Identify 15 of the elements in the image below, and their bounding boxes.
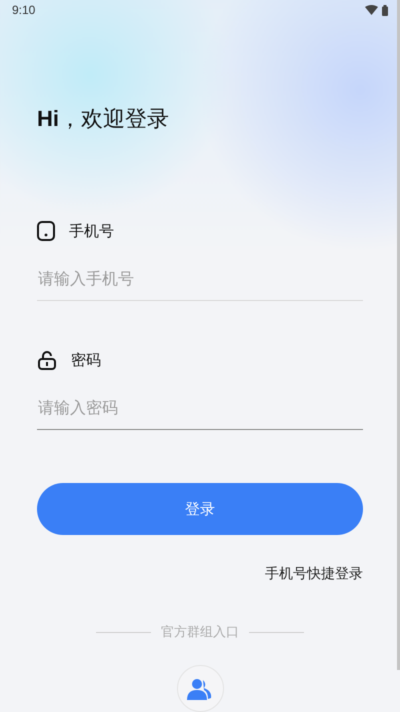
status-time: 9:10 xyxy=(12,3,36,17)
field-label: 手机号 xyxy=(69,222,114,240)
wifi-icon xyxy=(365,5,378,15)
group-button[interactable] xyxy=(176,665,224,712)
users-icon xyxy=(187,678,213,700)
field-label: 密码 xyxy=(71,350,101,370)
phone-icon xyxy=(37,221,55,241)
login-button[interactable]: 登录 xyxy=(37,483,363,535)
phone-field[interactable]: 请输入手机号 xyxy=(37,260,363,301)
unlocked-padlock-icon xyxy=(37,350,57,370)
password-field[interactable]: 请输入密码 xyxy=(37,389,363,430)
welcome-title: Hi，欢迎登录 xyxy=(37,105,170,133)
quick-login-link[interactable]: 手机号快捷登录 xyxy=(265,565,363,583)
divider-text: 官方群组入口 xyxy=(161,623,239,641)
battery-icon xyxy=(382,4,388,16)
